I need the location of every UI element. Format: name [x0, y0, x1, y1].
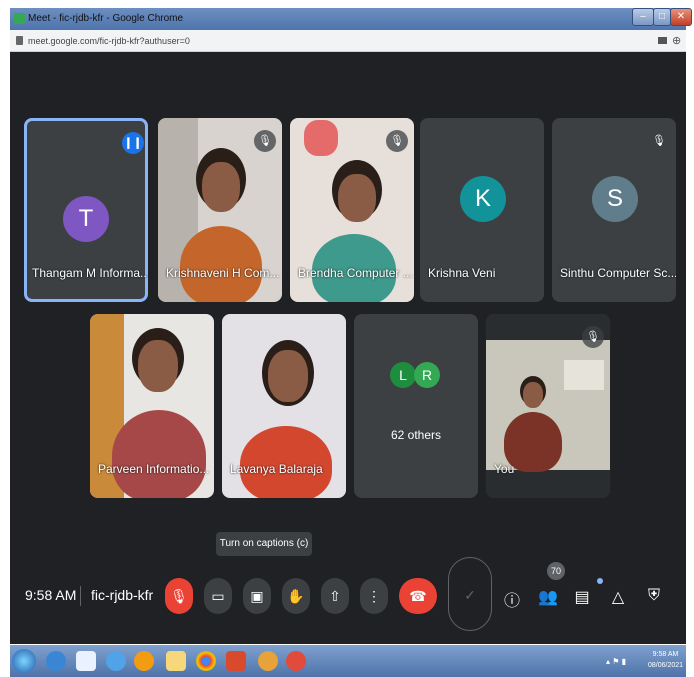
app-icon[interactable]: [286, 651, 306, 671]
meet-favicon-icon: [14, 13, 25, 24]
more-vert-icon: ⋮: [367, 588, 381, 604]
participant-tile[interactable]: K Krishna Veni: [420, 118, 544, 302]
microphone-button[interactable]: 🎙: [165, 578, 193, 614]
address-bar[interactable]: meet.google.com/fic-rjdb-kfr?authuser=0 …: [10, 30, 686, 52]
chrome-icon[interactable]: [196, 651, 216, 671]
zoom-icon[interactable]: ⊕: [672, 34, 681, 47]
meeting-clock: 9:58 AM: [25, 587, 77, 603]
start-button[interactable]: [12, 649, 36, 673]
system-tray-icons[interactable]: ▴ ⚑ ▮: [606, 657, 626, 666]
url-text[interactable]: meet.google.com/fic-rjdb-kfr?authuser=0: [28, 36, 190, 46]
participant-tile[interactable]: T ❙❙ Thangam M Informa...: [24, 118, 148, 302]
hang-up-icon: ☎: [409, 588, 427, 604]
participant-name: You: [494, 462, 515, 476]
avatar: R: [414, 362, 440, 388]
participant-tile[interactable]: S 🎙 Sinthu Computer Sc...: [552, 118, 676, 302]
browser-icon[interactable]: [106, 651, 126, 671]
maximize-button[interactable]: □: [653, 8, 671, 26]
captions-button[interactable]: ▣: [243, 578, 271, 614]
present-button[interactable]: ⇧: [321, 578, 349, 614]
close-button[interactable]: ✕: [670, 8, 692, 26]
camera-icon: ▭: [211, 588, 225, 604]
others-count-label: 62 others: [390, 428, 442, 442]
meeting-code: fic-rjdb-kfr: [91, 587, 154, 603]
minimize-button[interactable]: –: [632, 8, 654, 26]
mic-off-icon: 🎙: [170, 588, 188, 604]
ie-icon[interactable]: [46, 651, 66, 671]
participant-name: Parveen Informatio...: [98, 462, 210, 476]
window-title: Meet - fic-rjdb-kfr - Google Chrome: [28, 13, 184, 24]
divider: [80, 586, 81, 606]
window-title-bar: Meet - fic-rjdb-kfr - Google Chrome – □ …: [10, 8, 692, 30]
meet-stage: T ❙❙ Thangam M Informa... 🎙 Krishnaveni …: [10, 52, 686, 644]
muted-mic-icon: 🎙: [582, 326, 604, 348]
app-icon[interactable]: [258, 651, 278, 671]
info-icon[interactable]: ⓘ: [502, 587, 522, 611]
participant-name: Krishnaveni H Com...: [166, 266, 280, 280]
participant-name: Lavanya Balaraja: [230, 462, 323, 476]
camera-in-use-icon[interactable]: [658, 37, 667, 44]
leave-call-button[interactable]: ☎: [399, 578, 437, 614]
participants-count-badge: 70: [547, 562, 565, 580]
participant-tile[interactable]: Parveen Informatio...: [90, 314, 214, 498]
notification-dot: [597, 578, 603, 584]
speaking-indicator-icon: ❙❙: [122, 132, 144, 154]
activities-icon[interactable]: △: [608, 587, 628, 607]
chat-icon[interactable]: ▤: [572, 587, 592, 607]
present-icon: ⇧: [329, 588, 341, 604]
hand-icon: ✋: [287, 588, 305, 604]
avatar: K: [460, 176, 506, 222]
lock-icon: [16, 36, 23, 45]
muted-mic-icon: 🎙: [254, 130, 276, 152]
checkmark-ring: ✓: [448, 557, 492, 631]
avatar: T: [63, 196, 109, 242]
more-options-button[interactable]: ⋮: [360, 578, 388, 614]
participant-name: Sinthu Computer Sc...: [560, 266, 676, 280]
media-player-icon[interactable]: [134, 651, 154, 671]
others-tile[interactable]: L R 62 others: [354, 314, 478, 498]
explorer-icon[interactable]: [76, 651, 96, 671]
muted-mic-icon: 🎙: [648, 130, 670, 152]
participant-tile[interactable]: 🎙 Brendha Computer ...: [290, 118, 414, 302]
taskbar-time: 9:58 AM: [652, 651, 679, 658]
captions-tooltip: Turn on captions (c): [216, 532, 312, 556]
captions-icon: ▣: [250, 588, 264, 604]
avatar: L: [390, 362, 416, 388]
raise-hand-button[interactable]: ✋: [282, 578, 310, 614]
office-icon[interactable]: [226, 651, 246, 671]
participant-tile[interactable]: Lavanya Balaraja: [222, 314, 346, 498]
avatar: S: [592, 176, 638, 222]
camera-button[interactable]: ▭: [204, 578, 232, 614]
participant-name: Brendha Computer ...: [298, 266, 413, 280]
taskbar-date: 08/06/2021: [648, 662, 684, 669]
muted-mic-icon: 🎙: [386, 130, 408, 152]
participant-tile[interactable]: 🎙 Krishnaveni H Com...: [158, 118, 282, 302]
participant-name: Krishna Veni: [428, 266, 496, 280]
host-controls-icon[interactable]: ⛨: [644, 587, 664, 605]
people-icon[interactable]: 👥: [538, 587, 558, 607]
participant-name: Thangam M Informa...: [32, 266, 148, 280]
windows-taskbar: ▴ ⚑ ▮ 9:58 AM 08/06/2021: [10, 645, 686, 677]
self-view-tile[interactable]: 🎙 You: [486, 314, 610, 498]
taskbar-clock[interactable]: 9:58 AM 08/06/2021: [648, 649, 683, 671]
folder-icon[interactable]: [166, 651, 186, 671]
